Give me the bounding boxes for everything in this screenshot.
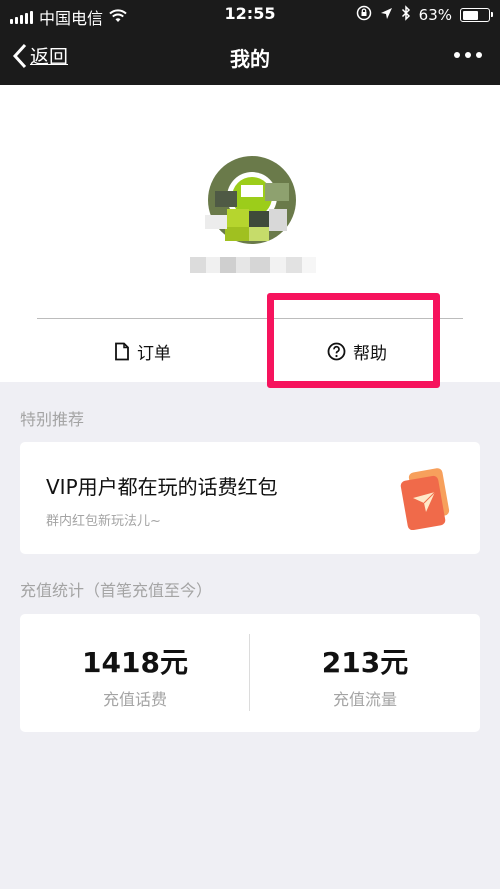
promo-subtitle: 群内红包新玩法儿~ [46,514,161,529]
stat-fee-value: 1418元 [82,646,188,679]
section-title-special: 特别推荐 [20,410,85,429]
nickname-blurred [190,257,316,273]
stats-card: 1418元 充值话费 213元 充值流量 [20,614,480,732]
stat-fee-label: 充值话费 [102,690,167,709]
more-dots-icon[interactable] [454,52,482,58]
back-button[interactable]: 返回 [12,42,68,69]
battery-percent: 63% [418,6,452,24]
promo-title: VIP用户都在玩的话费红包 [46,475,278,499]
back-label: 返回 [30,46,69,68]
status-bar: 中国电信 12:55 63% [0,0,500,30]
nav-bar: 返回 我的 [0,30,500,85]
status-right: 63% [356,5,493,25]
tab-help[interactable]: 帮助 [327,329,387,373]
lock-rotation-icon [356,5,372,25]
stat-fee[interactable]: 1418元 充值话费 [20,614,250,732]
tab-help-label: 帮助 [353,343,387,364]
page-title: 我的 [230,47,270,71]
location-icon [380,6,393,24]
red-envelope-icon [400,468,450,530]
avatar[interactable] [205,153,299,247]
document-icon [115,342,129,360]
bluetooth-icon [401,5,411,25]
stat-data[interactable]: 213元 充值流量 [250,614,480,732]
promo-card[interactable]: VIP用户都在玩的话费红包 群内红包新玩法儿~ [20,442,480,554]
profile-card: 订单 帮助 [0,85,500,382]
stat-data-label: 充值流量 [332,690,397,709]
chevron-left-icon [12,43,27,68]
question-circle-icon [327,342,346,360]
battery-icon [460,8,493,22]
tab-orders[interactable]: 订单 [114,329,171,373]
stat-data-value: 213元 [321,646,409,679]
profile-divider [37,318,463,319]
tab-orders-label: 订单 [137,343,171,364]
section-title-stats: 充值统计（首笔充值至今） [20,581,213,600]
